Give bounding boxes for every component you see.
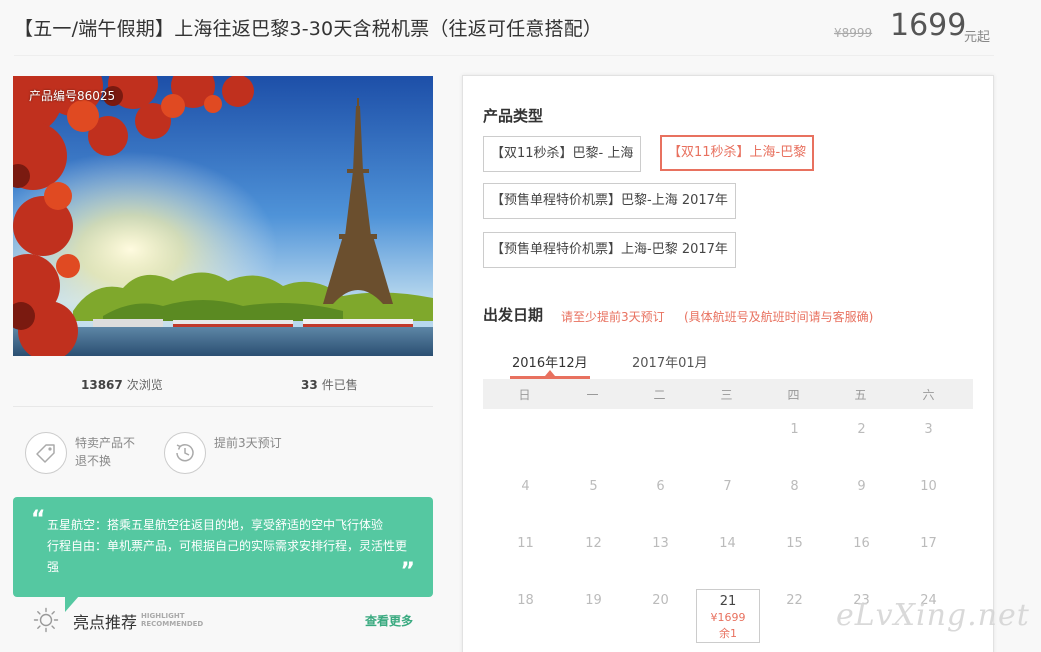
feature-text: 特卖产品不退不换 (75, 436, 136, 468)
calendar-day: 18 (517, 593, 534, 608)
page-header: 【五一/端午假期】上海往返巴黎3-30天含税机票（往返可任意搭配） ¥8999 … (0, 0, 1041, 56)
option-paris-shanghai-flash[interactable]: 【双11秒杀】巴黎- 上海 (483, 136, 642, 172)
calendar-day: 11 (517, 536, 534, 551)
stats-divider (13, 406, 433, 407)
quote-close-mark: ” (400, 559, 415, 584)
highlight-subtitle: HIGHLIGHT RECOMMENDED (141, 612, 204, 628)
weekday-header: 日 一 二 三 四 五 六 (483, 379, 973, 409)
weekday-tue: 二 (653, 388, 666, 402)
original-price: ¥8999 (834, 26, 873, 40)
calendar-day: 2 (857, 422, 866, 437)
calendar-day: 8 (790, 479, 799, 494)
weekday-thu: 四 (787, 388, 800, 402)
calendar-day: 15 (786, 536, 803, 551)
day-number: 21 (719, 594, 737, 609)
views-count: 13867 (81, 378, 123, 392)
current-price: 1699 (890, 8, 967, 43)
views-stat: 13867 次浏览 (81, 376, 163, 393)
price-unit: 元起 (964, 30, 991, 45)
page-title: 【五一/端午假期】上海往返巴黎3-30天含税机票（往返可任意搭配） (14, 18, 603, 40)
calendar-day-available[interactable]: 21 ¥1699 余1 (696, 589, 760, 643)
product-type-title: 产品类型 (483, 107, 544, 125)
sold-count: 33 (301, 378, 318, 392)
quote-open-mark: “ (31, 507, 46, 532)
quote-line-freedom: 行程自由：单机票产品，可根据自己的实际需求安排行程，灵活性更强 (47, 539, 408, 574)
calendar-day: 22 (786, 593, 803, 608)
calendar-day: 19 (585, 593, 602, 608)
product-stats: 13867 次浏览 33 件已售 (13, 370, 433, 396)
sold-label: 件已售 (321, 378, 358, 392)
site-watermark: eLvXing.net (836, 598, 1030, 633)
calendar-day: 9 (857, 479, 866, 494)
header-divider (14, 55, 994, 56)
calendar-day: 4 (521, 479, 530, 494)
weekday-sun: 日 (518, 388, 531, 402)
calendar-day: 14 (719, 536, 736, 551)
calendar-day: 12 (585, 536, 602, 551)
calendar-day: 6 (656, 479, 665, 494)
tab-month-2016-12[interactable]: 2016年12月 (512, 352, 588, 371)
option-presale-paris-shanghai[interactable]: 【预售单程特价机票】巴黎-上海 2017年 (483, 183, 736, 219)
product-photo: 产品编号86025 (13, 76, 433, 356)
highlight-title: 亮点推荐 (73, 613, 138, 632)
flight-info-hint: (具体航班号及航班时间请与客服确) (684, 310, 874, 324)
weekday-mon: 一 (586, 388, 599, 402)
views-label: 次浏览 (126, 378, 163, 392)
quote-text: 五星航空：搭乘五星航空往返目的地，享受舒适的空中飞行体验 行程自由：单机票产品，… (47, 515, 407, 578)
option-presale-shanghai-paris[interactable]: 【预售单程特价机票】上海-巴黎 2017年 (483, 232, 736, 268)
eiffel-tower-image (13, 76, 433, 356)
day-price: ¥1699 (710, 611, 746, 624)
option-shanghai-paris-flash[interactable]: 【双11秒杀】上海-巴黎 (660, 135, 815, 171)
booking-panel: 产品类型 【双11秒杀】巴黎- 上海 【双11秒杀】上海-巴黎 【预售单程特价机… (462, 75, 994, 652)
weekday-wed: 三 (720, 388, 733, 402)
calendar-day: 1 (790, 422, 799, 437)
sun-icon (33, 607, 59, 637)
departure-date-title: 出发日期 (483, 306, 544, 324)
tab-month-2017-01[interactable]: 2017年01月 (632, 352, 708, 371)
sold-stat: 33 件已售 (301, 376, 358, 393)
highlight-quote: “ 五星航空：搭乘五星航空往返目的地，享受舒适的空中飞行体验 行程自由：单机票产… (13, 497, 433, 612)
calendar-day: 7 (723, 479, 732, 494)
calendar-day: 3 (924, 422, 933, 437)
calendar-day: 20 (652, 593, 669, 608)
weekday-fri: 五 (854, 388, 867, 402)
feature-text: 提前3天预订 (214, 436, 282, 450)
highlight-recommend: 亮点推荐 HIGHLIGHT RECOMMENDED 查看更多 (13, 603, 433, 637)
advance-booking-hint: 请至少提前3天预订 (561, 310, 665, 324)
quote-line-airline: 五星航空：搭乘五星航空往返目的地，享受舒适的空中飞行体验 (47, 518, 384, 532)
calendar-day: 10 (920, 479, 937, 494)
product-id-label: 产品编号86025 (29, 89, 116, 103)
calendar-day: 5 (589, 479, 598, 494)
tag-icon (25, 432, 67, 474)
weekday-sat: 六 (922, 388, 935, 402)
calendar-day: 17 (920, 536, 937, 551)
clock-icon (164, 432, 206, 474)
day-stock: 余1 (719, 627, 737, 640)
calendar-day: 13 (652, 536, 669, 551)
view-more-link[interactable]: 查看更多 (365, 612, 413, 629)
calendar-day: 16 (853, 536, 870, 551)
